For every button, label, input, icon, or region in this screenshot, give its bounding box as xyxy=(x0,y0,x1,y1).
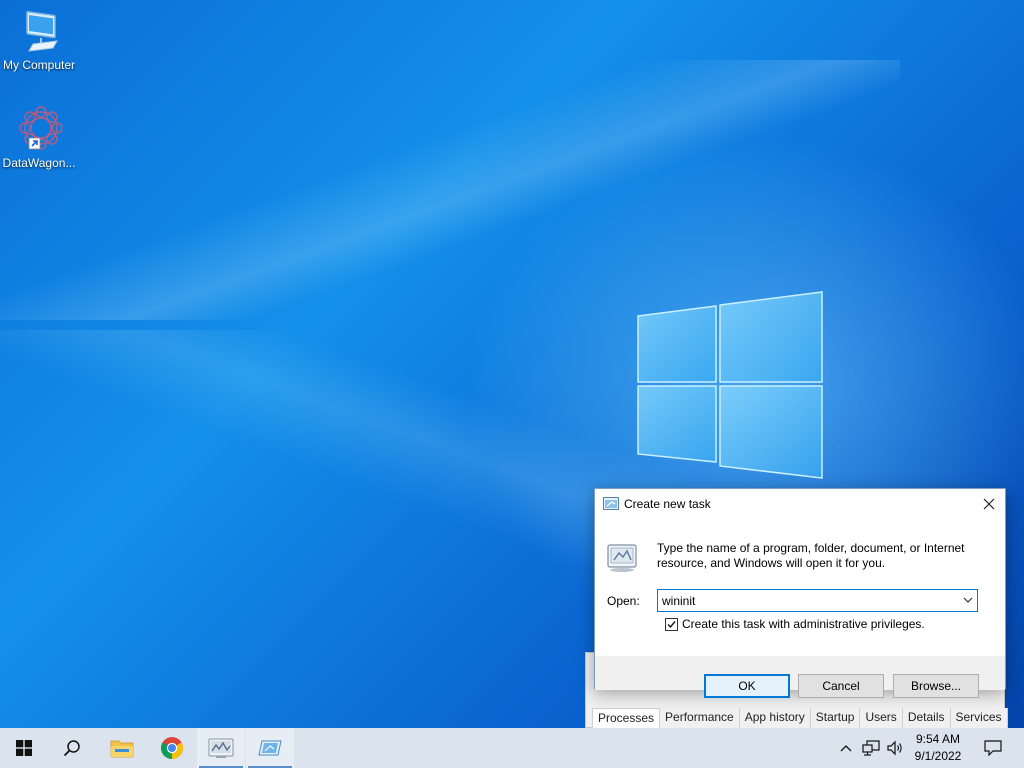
desktop-icon-datawagon[interactable]: DataWagon... xyxy=(0,106,78,170)
network-button[interactable] xyxy=(860,728,882,768)
checkmark-icon xyxy=(667,620,676,628)
dialog-description: Type the name of a program, folder, docu… xyxy=(657,541,965,570)
clock-date: 9/1/2022 xyxy=(914,749,962,763)
search-icon xyxy=(63,740,80,757)
desktop-icon-label: DataWagon... xyxy=(2,156,76,170)
chevron-down-icon[interactable] xyxy=(963,595,973,605)
windows-logo-wallpaper xyxy=(637,291,823,479)
admin-privileges-checkbox[interactable] xyxy=(665,617,678,631)
chrome-button[interactable] xyxy=(148,728,196,768)
dialog-footer: OK Cancel Browse... xyxy=(595,656,1005,698)
speaker-icon xyxy=(887,740,902,756)
tab-performance[interactable]: Performance xyxy=(660,708,740,728)
wallpaper-light-ray xyxy=(0,60,900,320)
admin-privileges-label: Create this task with administrative pri… xyxy=(682,617,925,631)
browse-button[interactable]: Browse... xyxy=(893,674,979,698)
desktop-icon-label: My Computer xyxy=(2,58,76,72)
notification-icon xyxy=(984,740,1002,756)
clock-time: 9:54 AM xyxy=(915,732,961,746)
close-button[interactable] xyxy=(973,489,1005,519)
dialog-title: Create new task xyxy=(624,497,711,511)
tab-startup[interactable]: Startup xyxy=(810,708,861,728)
task-manager-tabs: Processes Performance App history Startu… xyxy=(592,708,1008,728)
run-dialog-icon xyxy=(258,740,282,756)
open-combobox[interactable] xyxy=(657,589,978,612)
cancel-button[interactable]: Cancel xyxy=(798,674,884,698)
dialog-titlebar[interactable]: Create new task xyxy=(595,489,1005,519)
volume-button[interactable] xyxy=(884,728,906,768)
admin-privileges-checkbox-row[interactable]: Create this task with administrative pri… xyxy=(665,617,925,631)
dialog-body: Type the name of a program, folder, docu… xyxy=(595,519,1005,656)
tab-app-history[interactable]: App history xyxy=(739,708,811,728)
start-button[interactable] xyxy=(0,728,48,768)
start-icon xyxy=(16,740,32,756)
search-button[interactable] xyxy=(48,728,96,768)
taskbar: 9:54 AM 9/1/2022 xyxy=(0,728,1024,768)
action-center-button[interactable] xyxy=(978,728,1008,768)
file-explorer-icon xyxy=(110,740,134,758)
run-program-icon xyxy=(607,544,637,572)
tab-users[interactable]: Users xyxy=(860,708,903,728)
open-label: Open: xyxy=(607,594,640,608)
file-explorer-button[interactable] xyxy=(98,728,146,768)
create-new-task-dialog: Create new task Type the name of a progr… xyxy=(594,488,1006,698)
chrome-icon xyxy=(161,737,183,759)
taskbar-clock[interactable]: 9:54 AM 9/1/2022 xyxy=(908,731,968,765)
task-manager-icon xyxy=(208,738,234,758)
tab-details[interactable]: Details xyxy=(902,708,951,728)
desktop-icon-my-computer[interactable]: My Computer xyxy=(0,8,78,72)
run-dialog-button[interactable] xyxy=(246,728,294,768)
task-manager-button[interactable] xyxy=(197,728,245,768)
tab-processes[interactable]: Processes xyxy=(592,708,661,728)
open-input[interactable] xyxy=(662,592,952,609)
monitor-icon xyxy=(15,8,63,56)
show-hidden-icons-button[interactable] xyxy=(836,728,856,768)
close-icon xyxy=(983,498,995,510)
datawagon-shortcut-icon xyxy=(15,106,63,154)
chevron-up-icon xyxy=(840,745,852,752)
tab-services[interactable]: Services xyxy=(950,708,1008,728)
network-icon xyxy=(862,740,880,756)
ok-button[interactable]: OK xyxy=(704,674,790,698)
run-icon xyxy=(603,497,619,510)
